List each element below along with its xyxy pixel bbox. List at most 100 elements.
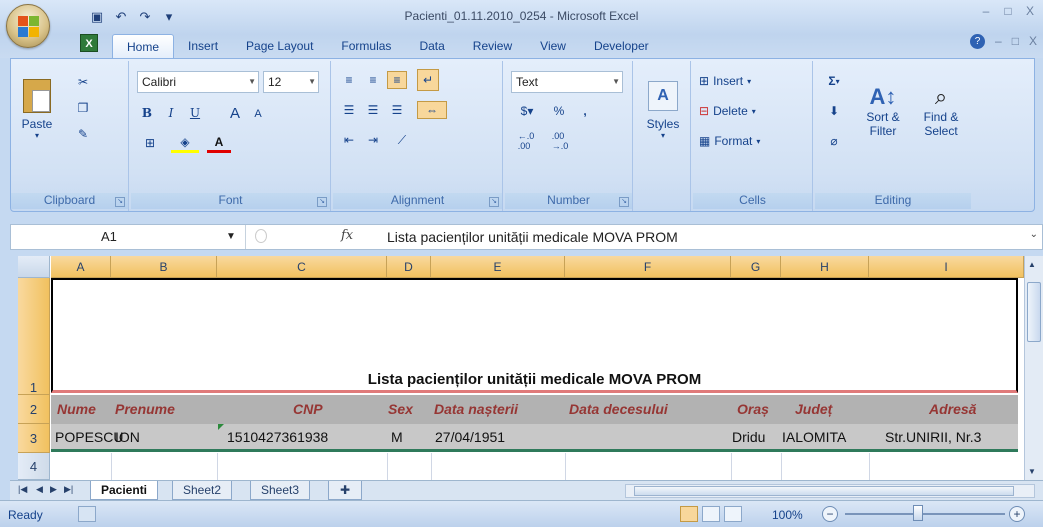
zoom-out-button[interactable]: −: [822, 506, 838, 522]
row-header-1[interactable]: 1: [18, 278, 50, 395]
sheet-tab-sheet3[interactable]: Sheet3: [250, 481, 311, 500]
column-header-f[interactable]: F: [565, 256, 731, 278]
worksheet-grid[interactable]: A B C D E F G H I 1 2 3 4 Lista pacienți…: [18, 256, 1024, 480]
horizontal-scrollbar[interactable]: [625, 484, 1035, 498]
cell-nume[interactable]: POPESCU: [55, 424, 123, 450]
select-all-button[interactable]: [18, 256, 50, 278]
doc-close-button[interactable]: X: [1029, 34, 1037, 49]
cell-sex[interactable]: M: [391, 424, 403, 450]
zoom-slider-track[interactable]: [845, 513, 1005, 515]
row-header-4[interactable]: 4: [18, 453, 50, 480]
insert-function-button[interactable]: fx: [341, 228, 353, 243]
clear-icon[interactable]: ⌀: [821, 131, 847, 151]
border-icon[interactable]: ⊞: [137, 133, 163, 153]
insert-cells-button[interactable]: ⊞ Insert ▾: [699, 71, 751, 91]
header-cell-adresa[interactable]: Adresă: [929, 395, 976, 424]
expand-formula-bar-icon[interactable]: ⌄: [1030, 229, 1038, 240]
increase-indent-icon[interactable]: ⇥: [363, 131, 383, 149]
excel-doc-icon[interactable]: X: [80, 34, 98, 52]
tab-page-layout[interactable]: Page Layout: [232, 34, 327, 58]
grow-font-button[interactable]: A: [225, 103, 245, 123]
column-header-h[interactable]: H: [781, 256, 869, 278]
last-sheet-icon[interactable]: ▶|: [64, 484, 73, 495]
scroll-down-icon[interactable]: ▼: [1028, 467, 1036, 476]
copy-icon[interactable]: ❐: [73, 99, 93, 117]
tab-insert[interactable]: Insert: [174, 34, 232, 58]
tab-formulas[interactable]: Formulas: [327, 34, 405, 58]
number-launcher[interactable]: ↘: [619, 197, 629, 207]
align-middle-icon[interactable]: ≡: [363, 71, 383, 89]
cell-adresa[interactable]: Str.UNIRII, Nr.3: [885, 424, 981, 450]
cell-cnp[interactable]: 1510427361938: [227, 424, 328, 450]
tab-review[interactable]: Review: [459, 34, 526, 58]
cell-oras[interactable]: Dridu: [732, 424, 765, 450]
decrease-decimal-icon[interactable]: .00 →.0: [545, 131, 575, 151]
undo-icon[interactable]: ↶: [112, 8, 130, 26]
cut-icon[interactable]: ✂: [73, 73, 93, 91]
bold-button[interactable]: B: [137, 103, 157, 123]
merge-center-icon[interactable]: ⇔: [417, 101, 447, 119]
close-button[interactable]: X: [1023, 4, 1037, 18]
header-cell-oras[interactable]: Oraș: [737, 395, 769, 424]
office-button[interactable]: [6, 4, 50, 48]
align-right-icon[interactable]: ☰: [387, 101, 407, 119]
column-header-a[interactable]: A: [51, 256, 111, 278]
fill-icon[interactable]: ⬇: [821, 101, 847, 121]
cell-prenume[interactable]: ION: [115, 424, 140, 450]
doc-minimize-button[interactable]: –: [995, 34, 1002, 49]
header-cell-sex[interactable]: Sex: [388, 395, 413, 424]
save-icon[interactable]: ▣: [88, 8, 106, 26]
font-launcher[interactable]: ↘: [317, 197, 327, 207]
header-cell-nume[interactable]: Nume: [57, 395, 96, 424]
tab-data[interactable]: Data: [405, 34, 458, 58]
font-size-select[interactable]: 12 ▼: [263, 71, 319, 93]
increase-decimal-icon[interactable]: ←.0.00: [511, 131, 541, 151]
decrease-indent-icon[interactable]: ⇤: [339, 131, 359, 149]
insert-sheet-icon[interactable]: ✚: [328, 481, 362, 500]
shrink-font-button[interactable]: A: [249, 105, 267, 123]
cell-judet[interactable]: IALOMITA: [782, 424, 846, 450]
header-cell-cnp[interactable]: CNP: [293, 395, 323, 424]
column-header-b[interactable]: B: [111, 256, 217, 278]
orientation-icon[interactable]: ⟋: [389, 131, 415, 149]
number-format-select[interactable]: Text ▼: [511, 71, 623, 93]
align-center-icon[interactable]: ☰: [363, 101, 383, 119]
row-header-3[interactable]: 3: [18, 424, 50, 453]
name-box-dropdown-icon[interactable]: ▼: [226, 231, 236, 242]
tab-home[interactable]: Home: [112, 34, 175, 58]
sheet-tab-pacienti[interactable]: Pacienti: [90, 481, 159, 500]
cell-data-nasterii[interactable]: 27/04/1951: [435, 424, 505, 450]
next-sheet-icon[interactable]: ▶: [50, 484, 57, 495]
font-color-icon[interactable]: A: [207, 133, 231, 153]
customize-icon[interactable]: ▾: [160, 8, 178, 26]
normal-view-icon[interactable]: [680, 506, 698, 522]
alignment-launcher[interactable]: ↘: [489, 197, 499, 207]
clipboard-launcher[interactable]: ↘: [115, 197, 125, 207]
help-icon[interactable]: ?: [970, 34, 986, 49]
fill-color-icon[interactable]: ◈: [171, 133, 199, 153]
minimize-button[interactable]: –: [979, 4, 993, 18]
align-top-icon[interactable]: ≡: [339, 71, 359, 89]
tab-view[interactable]: View: [526, 34, 580, 58]
tab-developer[interactable]: Developer: [580, 34, 663, 58]
zoom-level[interactable]: 100%: [772, 508, 803, 522]
zoom-in-button[interactable]: +: [1009, 506, 1025, 522]
name-box[interactable]: A1: [11, 225, 246, 249]
page-layout-view-icon[interactable]: [702, 506, 720, 522]
underline-button[interactable]: U: [185, 103, 205, 123]
vertical-scrollbar[interactable]: ▲ ▼: [1024, 256, 1043, 480]
scroll-up-icon[interactable]: ▲: [1028, 260, 1036, 269]
column-header-i[interactable]: I: [869, 256, 1024, 278]
macro-recording-icon[interactable]: [78, 506, 96, 522]
row-header-2[interactable]: 2: [18, 395, 50, 424]
align-left-icon[interactable]: ☰: [339, 101, 359, 119]
sheet-tab-sheet2[interactable]: Sheet2: [172, 481, 233, 500]
find-select-button[interactable]: ⌕ Find & Select: [913, 67, 969, 155]
redo-icon[interactable]: ↷: [136, 8, 154, 26]
autosum-icon[interactable]: Σ ▾: [821, 71, 847, 91]
page-break-view-icon[interactable]: [724, 506, 742, 522]
italic-button[interactable]: I: [161, 103, 181, 123]
currency-icon[interactable]: $▾: [511, 101, 543, 121]
sort-filter-button[interactable]: A↕ Sort & Filter: [855, 67, 911, 155]
prev-sheet-icon[interactable]: ◀: [36, 484, 43, 495]
